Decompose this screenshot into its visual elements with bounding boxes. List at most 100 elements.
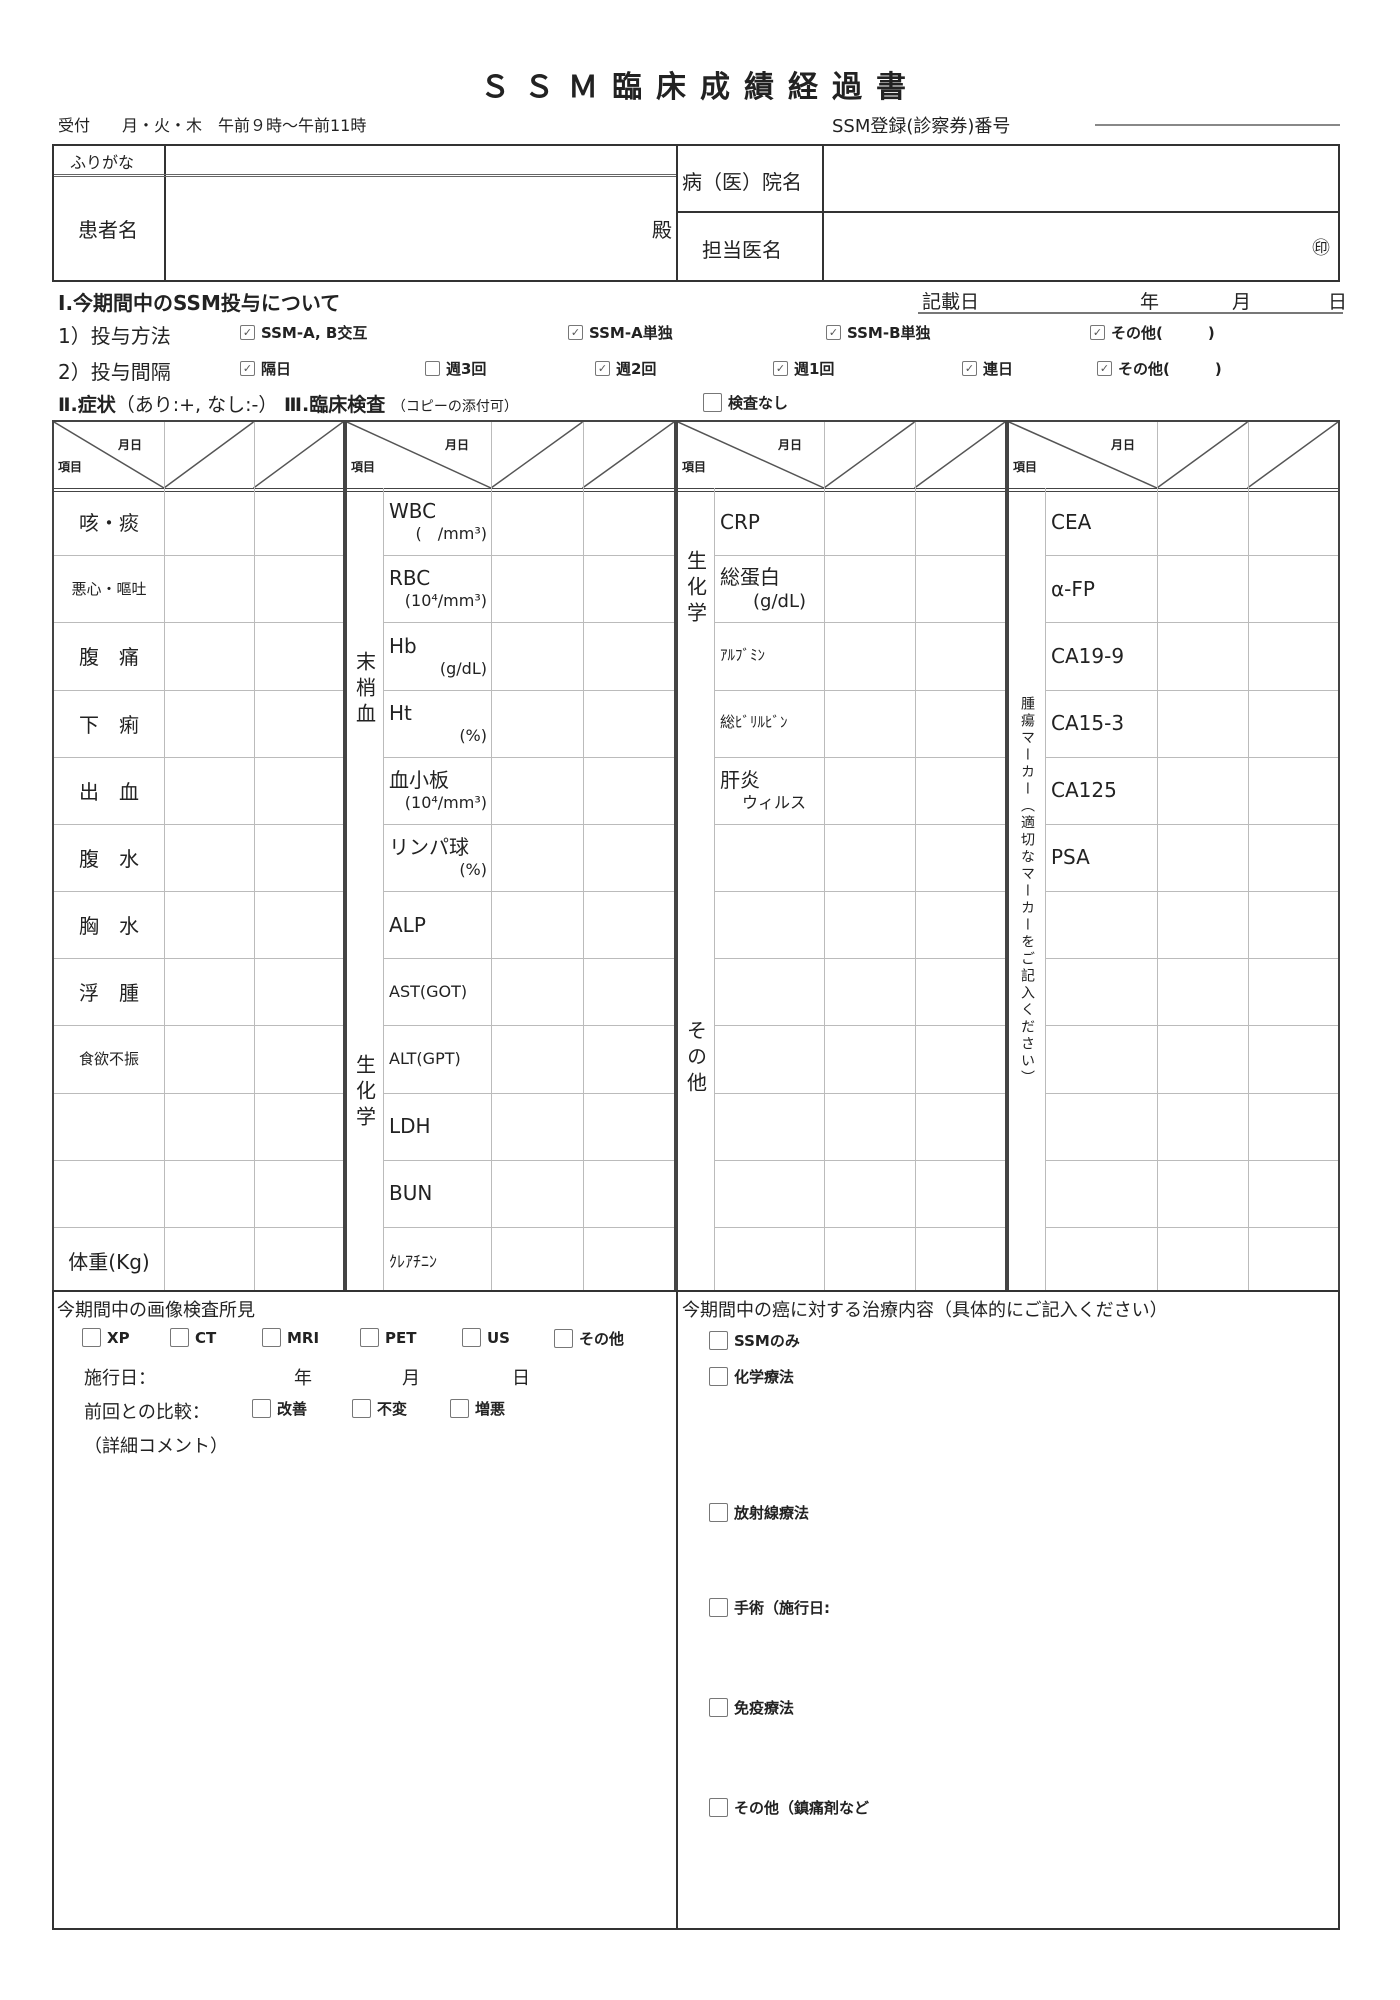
checkbox-icon[interactable]: [709, 1503, 728, 1522]
value-cell[interactable]: [256, 1230, 342, 1292]
value-cell[interactable]: [1159, 827, 1246, 889]
value-cell[interactable]: [917, 558, 1004, 620]
value-cell[interactable]: [1250, 693, 1337, 755]
value-cell[interactable]: [256, 1096, 342, 1158]
entry-date-field[interactable]: [918, 312, 1343, 314]
value-cell[interactable]: [585, 894, 673, 956]
value-cell[interactable]: [1159, 1163, 1246, 1225]
checked-checkbox-icon[interactable]: ✓: [595, 361, 610, 376]
value-cell[interactable]: [1250, 625, 1337, 687]
value-cell[interactable]: [1250, 894, 1337, 956]
value-cell[interactable]: [1159, 625, 1246, 687]
value-cell[interactable]: [585, 1230, 673, 1292]
value-cell[interactable]: [826, 760, 913, 822]
treatment-option[interactable]: 放射線療法: [709, 1502, 809, 1523]
value-cell[interactable]: [493, 558, 581, 620]
value-cell[interactable]: [1159, 693, 1246, 755]
interval-option[interactable]: 週3回: [425, 358, 486, 379]
value-cell[interactable]: [1250, 961, 1337, 1023]
value-cell[interactable]: [256, 693, 342, 755]
value-cell[interactable]: [256, 491, 342, 553]
value-cell[interactable]: [493, 1096, 581, 1158]
value-cell[interactable]: [1159, 491, 1246, 553]
patient-name-input[interactable]: [166, 177, 646, 280]
checkbox-icon[interactable]: [709, 1598, 728, 1617]
value-cell[interactable]: [917, 1028, 1004, 1090]
value-cell[interactable]: [493, 625, 581, 687]
interval-option[interactable]: ✓ 連日: [962, 358, 1013, 379]
value-cell[interactable]: [917, 1163, 1004, 1225]
checked-checkbox-icon[interactable]: ✓: [826, 325, 841, 340]
value-cell[interactable]: [256, 827, 342, 889]
checked-checkbox-icon[interactable]: ✓: [773, 361, 788, 376]
checked-checkbox-icon[interactable]: ✓: [962, 361, 977, 376]
value-cell[interactable]: [493, 961, 581, 1023]
value-cell[interactable]: [166, 894, 252, 956]
value-cell[interactable]: [256, 894, 342, 956]
value-cell[interactable]: [826, 1230, 913, 1292]
hospital-name-input[interactable]: [824, 146, 1338, 210]
value-cell[interactable]: [826, 1163, 913, 1225]
interval-option[interactable]: ✓ 隔日: [240, 358, 291, 379]
value-cell[interactable]: [826, 625, 913, 687]
value-cell[interactable]: [826, 961, 913, 1023]
checked-checkbox-icon[interactable]: ✓: [240, 361, 255, 376]
checkbox-icon[interactable]: [554, 1329, 573, 1348]
checkbox-icon[interactable]: [82, 1328, 101, 1347]
checked-checkbox-icon[interactable]: ✓: [568, 325, 583, 340]
checkbox-icon[interactable]: [360, 1328, 379, 1347]
value-cell[interactable]: [166, 1230, 252, 1292]
checkbox-icon[interactable]: [170, 1328, 189, 1347]
value-cell[interactable]: [917, 491, 1004, 553]
treatment-option[interactable]: 免疫療法: [709, 1697, 794, 1718]
checked-checkbox-icon[interactable]: ✓: [1090, 325, 1105, 340]
value-cell[interactable]: [493, 1163, 581, 1225]
value-cell[interactable]: [917, 1096, 1004, 1158]
value-cell[interactable]: [917, 625, 1004, 687]
value-cell[interactable]: [1250, 760, 1337, 822]
method-option[interactable]: ✓ SSM-A, B交互: [240, 322, 367, 343]
imaging-type-option[interactable]: その他: [554, 1328, 624, 1349]
treatment-option[interactable]: SSMのみ: [709, 1330, 800, 1351]
value-cell[interactable]: [166, 693, 252, 755]
treatment-option[interactable]: 手術（施行日:: [709, 1597, 830, 1618]
checked-checkbox-icon[interactable]: ✓: [1097, 361, 1112, 376]
method-option[interactable]: ✓ SSM-B単独: [826, 322, 931, 343]
value-cell[interactable]: [585, 1028, 673, 1090]
value-cell[interactable]: [166, 558, 252, 620]
value-cell[interactable]: [166, 760, 252, 822]
checkbox-icon[interactable]: [703, 393, 722, 412]
value-cell[interactable]: [585, 760, 673, 822]
method-option[interactable]: ✓ SSM-A単独: [568, 322, 673, 343]
checkbox-icon[interactable]: [709, 1698, 728, 1717]
imaging-type-option[interactable]: US: [462, 1328, 510, 1347]
interval-option[interactable]: ✓ その他( ): [1097, 358, 1222, 379]
comparison-option[interactable]: 改善: [252, 1398, 307, 1419]
value-cell[interactable]: [493, 693, 581, 755]
value-cell[interactable]: [585, 625, 673, 687]
interval-option[interactable]: ✓ 週2回: [595, 358, 656, 379]
no-test-checkbox[interactable]: 検査なし: [703, 392, 788, 413]
value-cell[interactable]: [917, 1230, 1004, 1292]
value-cell[interactable]: [493, 760, 581, 822]
value-cell[interactable]: [1250, 827, 1337, 889]
value-cell[interactable]: [1250, 1230, 1337, 1292]
value-cell[interactable]: [493, 491, 581, 553]
value-cell[interactable]: [1159, 1096, 1246, 1158]
value-cell[interactable]: [166, 1096, 252, 1158]
treatment-option[interactable]: 化学療法: [709, 1366, 794, 1387]
value-cell[interactable]: [917, 693, 1004, 755]
comment-textarea[interactable]: [74, 1462, 664, 1917]
value-cell[interactable]: [585, 558, 673, 620]
checkbox-icon[interactable]: [425, 361, 440, 376]
value-cell[interactable]: [1250, 558, 1337, 620]
value-cell[interactable]: [585, 961, 673, 1023]
checkbox-icon[interactable]: [709, 1331, 728, 1350]
doctor-name-input[interactable]: [824, 213, 1304, 280]
value-cell[interactable]: [256, 760, 342, 822]
value-cell[interactable]: [166, 1163, 252, 1225]
value-cell[interactable]: [585, 491, 673, 553]
imaging-type-option[interactable]: CT: [170, 1328, 216, 1347]
value-cell[interactable]: [256, 558, 342, 620]
value-cell[interactable]: [493, 894, 581, 956]
